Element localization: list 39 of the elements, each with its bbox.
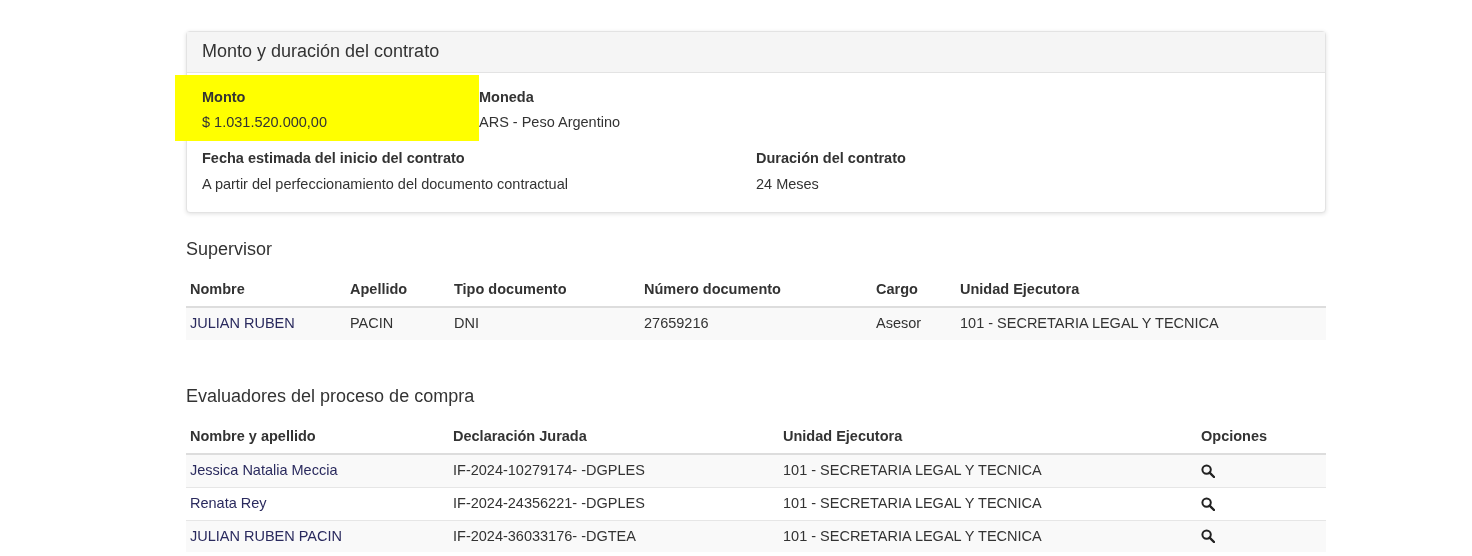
card-title: Monto y duración del contrato bbox=[187, 32, 1325, 73]
column-header: Opciones bbox=[1201, 428, 1268, 445]
table-cell: PACIN bbox=[350, 314, 394, 331]
field-label: Monto bbox=[202, 87, 246, 107]
search-icon[interactable] bbox=[1201, 463, 1215, 478]
table-cell: 101 - SECRETARIA LEGAL Y TECNICA bbox=[960, 314, 1219, 331]
table-cell: JULIAN RUBEN PACIN bbox=[190, 527, 342, 544]
table-cell: 101 - SECRETARIA LEGAL Y TECNICA bbox=[783, 462, 1042, 479]
table-cell: 27659216 bbox=[644, 314, 709, 331]
field-label: Fecha estimada del inicio del contrato bbox=[202, 149, 466, 169]
column-header: Unidad Ejecutora bbox=[960, 281, 1080, 298]
column-header: Nombre y apellido bbox=[190, 428, 316, 445]
section-title: Evaluadores del proceso de compra bbox=[186, 385, 476, 408]
table-cell: IF-2024-10279174- -DGPLES bbox=[453, 462, 645, 479]
column-header: Número documento bbox=[644, 281, 781, 298]
table-cell: JULIAN RUBEN bbox=[190, 314, 295, 331]
column-header: Unidad Ejecutora bbox=[783, 428, 903, 445]
table-cell: DNI bbox=[454, 314, 479, 331]
column-header: Declaración Jurada bbox=[453, 428, 587, 445]
field-value: ARS - Peso Argentino bbox=[479, 113, 622, 133]
table-cell: 101 - SECRETARIA LEGAL Y TECNICA bbox=[783, 494, 1042, 511]
table-cell: IF-2024-36033176- -DGTEA bbox=[453, 527, 636, 544]
field-value: $ 1.031.520.000,00 bbox=[202, 113, 327, 133]
column-header: Apellido bbox=[350, 281, 408, 298]
column-header: Cargo bbox=[876, 281, 918, 298]
table-cell: 101 - SECRETARIA LEGAL Y TECNICA bbox=[783, 527, 1042, 544]
table-cell: Jessica Natalia Meccia bbox=[190, 462, 338, 479]
column-header: Tipo documento bbox=[454, 281, 567, 298]
table-cell: Renata Rey bbox=[190, 494, 267, 511]
field-label: Moneda bbox=[479, 87, 535, 107]
search-icon[interactable] bbox=[1201, 529, 1215, 544]
table-cell: IF-2024-24356221- -DGPLES bbox=[453, 494, 645, 511]
section-title: Supervisor bbox=[186, 238, 274, 261]
column-header: Nombre bbox=[190, 281, 245, 298]
field-value: A partir del perfeccionamiento del documento contractual bbox=[202, 174, 569, 194]
field-value: 24 Meses bbox=[756, 174, 820, 194]
field-label: Duración del contrato bbox=[756, 149, 907, 169]
search-icon[interactable] bbox=[1201, 496, 1215, 511]
table-cell: Asesor bbox=[876, 314, 922, 331]
